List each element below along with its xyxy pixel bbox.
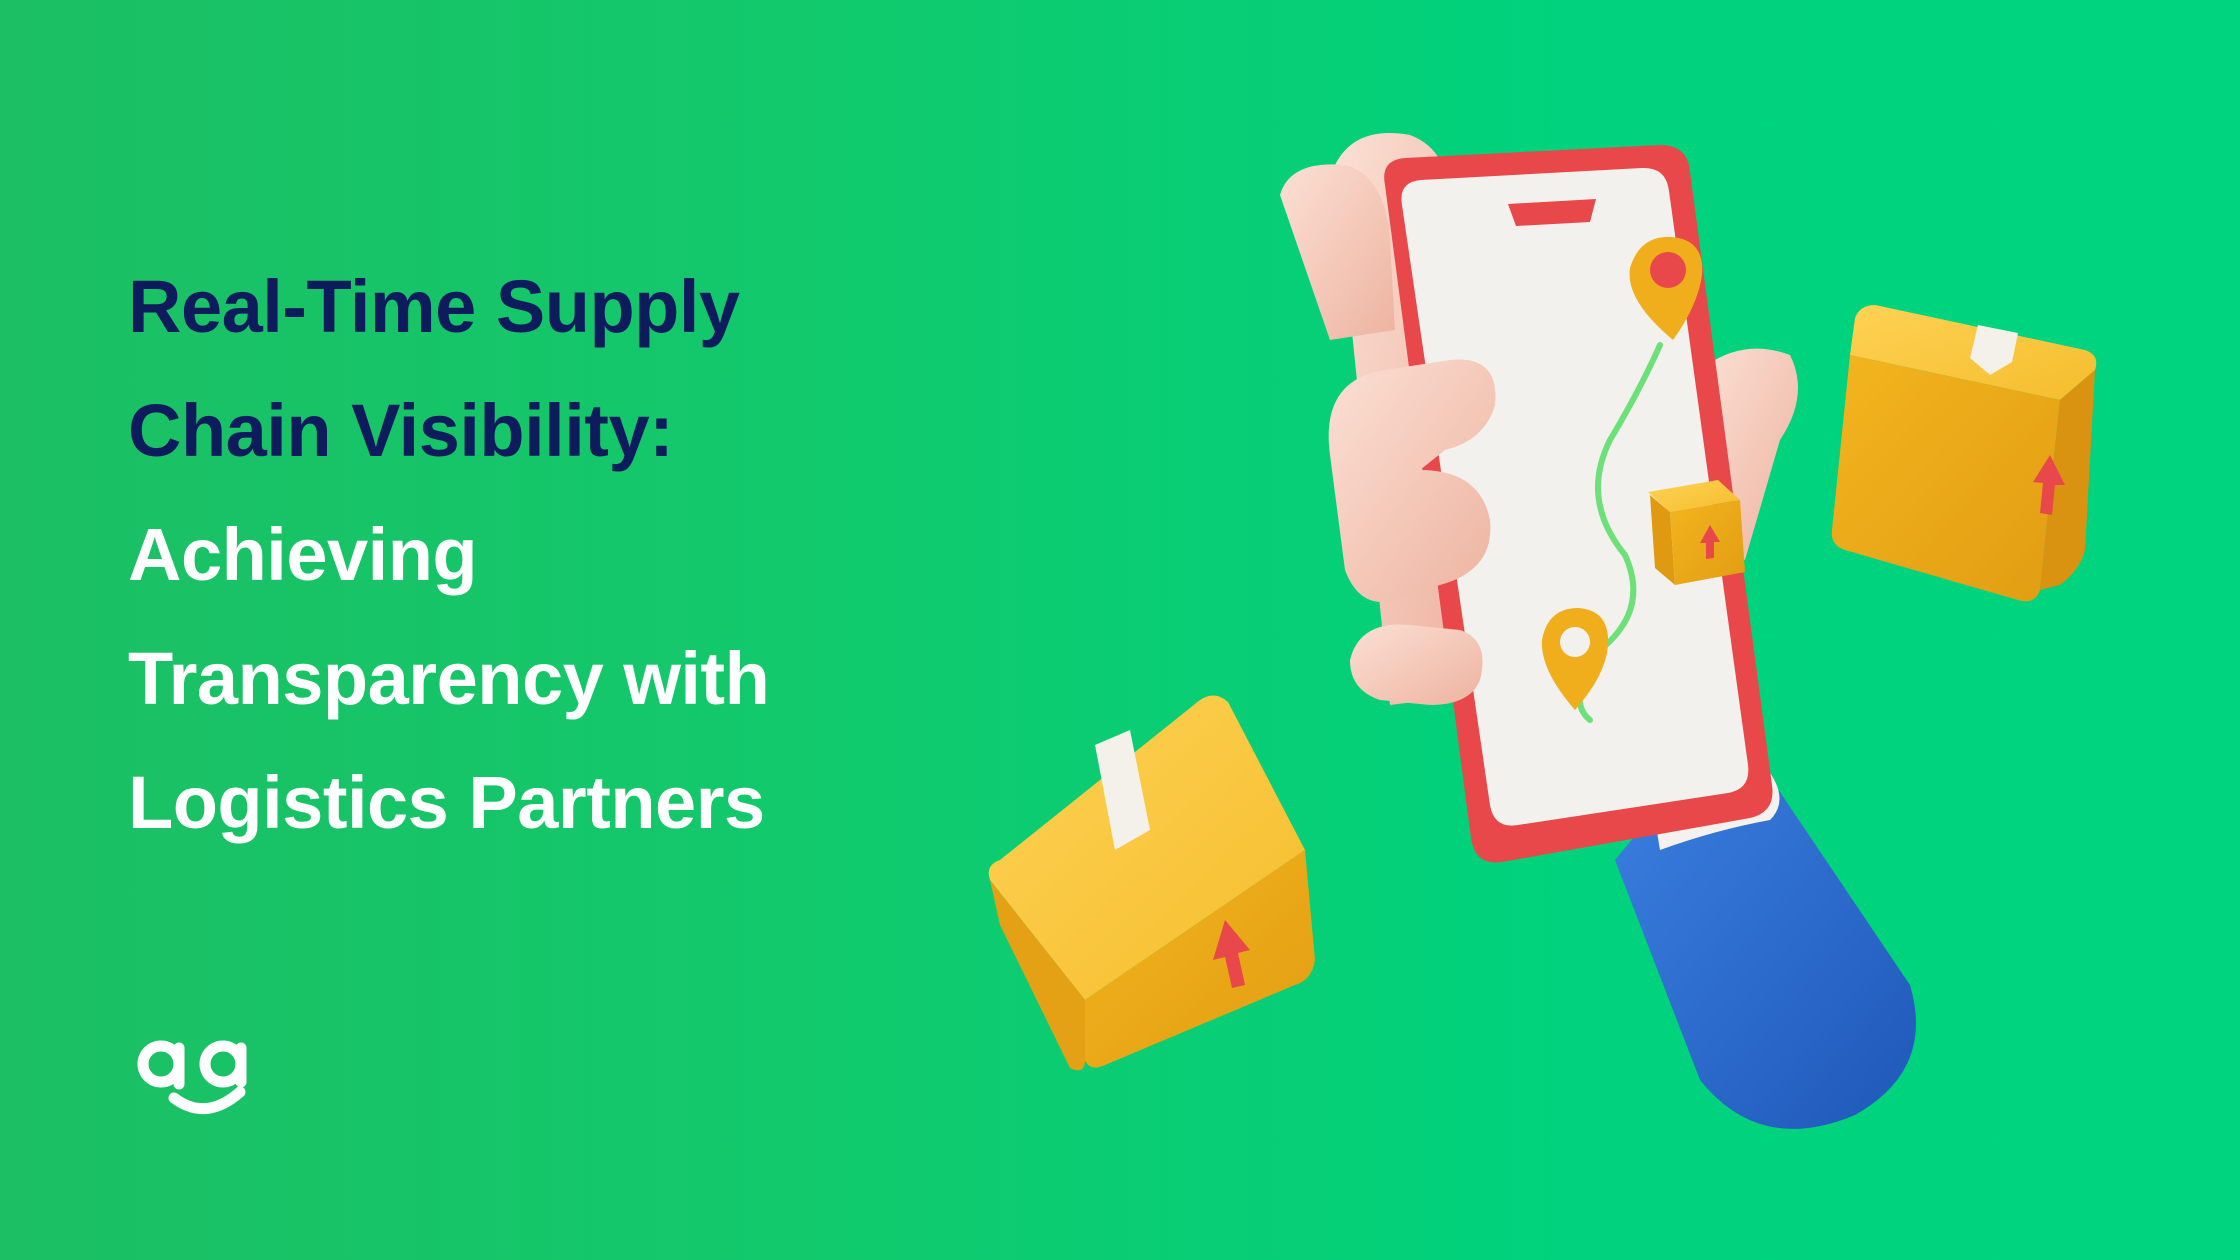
logistics-illustration bbox=[988, 133, 2097, 1129]
package-box-icon bbox=[1831, 305, 2097, 602]
package-box-icon bbox=[988, 695, 1315, 1071]
package-box-icon bbox=[1648, 480, 1745, 585]
finger-icon bbox=[1350, 624, 1483, 705]
hero-banner: Real-Time Supply Chain Visibility: Achie… bbox=[0, 0, 2240, 1260]
